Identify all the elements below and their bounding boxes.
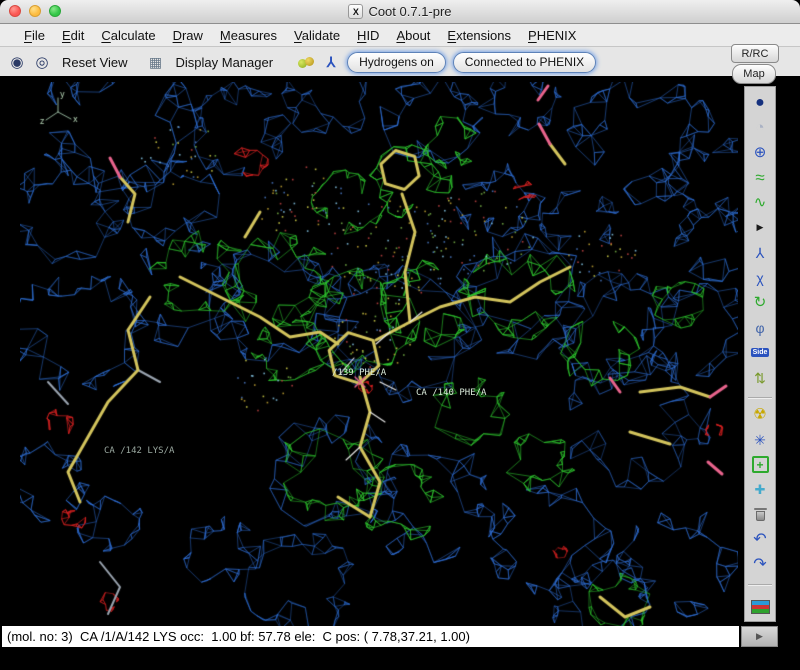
regularize-zone-icon[interactable]: ∿ — [745, 190, 775, 215]
menu-item-draw[interactable]: Draw — [173, 28, 203, 43]
ligand-balls-icon[interactable] — [298, 57, 315, 68]
edit-chi-angles-icon[interactable]: ↻ — [745, 290, 775, 315]
traffic-lights — [9, 5, 61, 17]
menu-item-calculate[interactable]: Calculate — [101, 28, 155, 43]
menu-bar: File Edit Calculate Draw Measures Validate HID… — [0, 24, 800, 47]
menu-item-about[interactable]: About — [396, 28, 430, 43]
minimize-window-icon[interactable] — [29, 5, 41, 17]
close-window-icon[interactable] — [9, 5, 21, 17]
mutate-icon[interactable]: ☢ — [745, 402, 775, 427]
menu-item-extensions[interactable]: Extensions — [447, 28, 511, 43]
navigation-sphere-icon[interactable]: ● — [745, 90, 775, 115]
menu-item-validate[interactable]: Validate — [294, 28, 340, 43]
add-terminal-residue-icon[interactable]: + — [745, 452, 775, 477]
flip-peptide-icon[interactable]: ⇅ — [745, 365, 775, 390]
gl-canvas[interactable] — [20, 82, 738, 626]
recenter-icon[interactable]: ◉ — [8, 53, 26, 71]
auto-fit-rotamer-icon[interactable]: ⅄ — [745, 240, 775, 265]
display-manager-button[interactable]: Display Manager — [172, 53, 278, 72]
expand-console-box[interactable]: ▶ — [741, 626, 778, 647]
phenix-connection-button[interactable]: Connected to PHENIX — [453, 52, 596, 73]
coot-window: X Coot 0.7.1-pre File Edit Calculate Draw Me… — [0, 0, 800, 670]
title-bar[interactable]: X Coot 0.7.1-pre — [0, 0, 800, 24]
x11-icon: X — [348, 4, 363, 19]
toolbar-separator — [748, 577, 772, 585]
undo-icon[interactable]: ↶ — [745, 527, 775, 552]
main-toolbar: ◉ ◎ Reset View ▦ Display Manager ⅄ Hydro… — [0, 47, 800, 78]
zoom-window-icon[interactable] — [49, 5, 61, 17]
right-toolbar: ●◔⊕≈∿▶⅄χ↻φSide⇅ ☢✳+✚ ↶↷ — [744, 86, 776, 622]
menu-item-phenix[interactable]: PHENIX — [528, 28, 576, 43]
add-alt-conf-icon[interactable]: ✚ — [745, 477, 775, 502]
status-bar: (mol. no: 3) CA /1/A/142 LYS occ: 1.00 b… — [2, 626, 739, 647]
window-title: Coot 0.7.1-pre — [368, 4, 451, 19]
toolbar-separator — [748, 390, 772, 398]
menu-item-file[interactable]: File — [24, 28, 45, 43]
rotamers-icon[interactable]: χ — [745, 265, 775, 290]
menu-item-edit[interactable]: Edit — [62, 28, 84, 43]
real-space-refine-icon[interactable]: ≈ — [745, 165, 775, 190]
content-area: /139 PHE/ACA /140 PHE/ACA /142 LYS/A ●◔⊕… — [0, 76, 800, 670]
side-chain-flip-icon[interactable]: Side — [745, 340, 775, 365]
delete-item-icon[interactable] — [745, 502, 775, 527]
reset-zoom-icon[interactable]: ◎ — [33, 53, 51, 71]
expand-triangle-icon: ▶ — [756, 631, 763, 642]
ligand-builder-icon[interactable] — [745, 589, 775, 614]
torsion-general-icon[interactable]: φ — [745, 315, 775, 340]
atom-picker-icon[interactable]: ⅄ — [322, 53, 340, 71]
display-control-icon[interactable]: ◔ — [745, 115, 775, 140]
pointer-icon[interactable]: ▶ — [745, 215, 775, 240]
menu-item-measures[interactable]: Measures — [220, 28, 277, 43]
reset-view-button[interactable]: Reset View — [58, 53, 132, 72]
hydrogens-toggle-button[interactable]: Hydrogens on — [347, 52, 446, 73]
menu-item-hid[interactable]: HID — [357, 28, 379, 43]
display-manager-icon[interactable]: ▦ — [147, 53, 165, 71]
simple-mutate-icon[interactable]: ✳ — [745, 427, 775, 452]
redo-icon[interactable]: ↷ — [745, 552, 775, 577]
map-button[interactable]: Map — [732, 64, 776, 84]
rot-trans-zone-icon[interactable]: ⊕ — [745, 140, 775, 165]
rrc-button[interactable]: R/RC — [731, 44, 779, 63]
